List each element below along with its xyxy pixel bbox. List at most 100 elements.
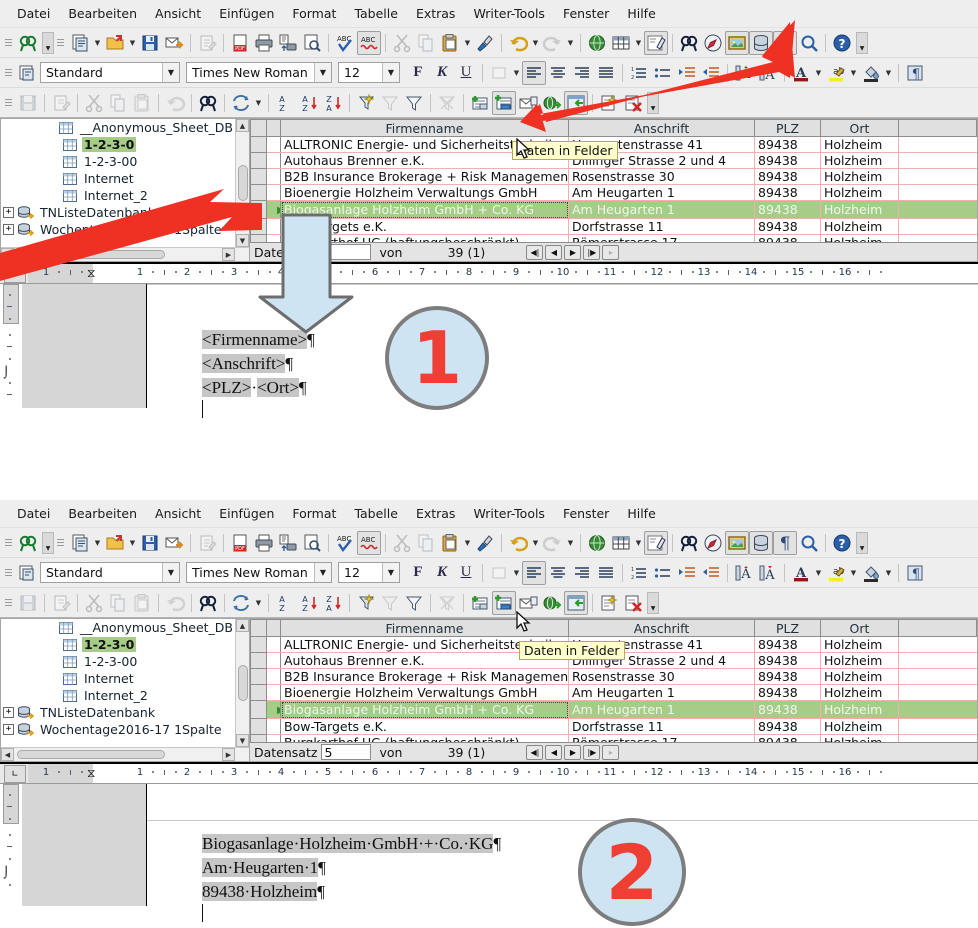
open-dropdown-icon[interactable]: [127, 531, 138, 555]
find-icon[interactable]: [16, 531, 40, 555]
menu-item-writer-tools[interactable]: Writer-Tools: [464, 504, 554, 523]
refresh-dropdown-icon[interactable]: [253, 591, 264, 615]
hyperlink-icon[interactable]: [585, 531, 609, 555]
navigator-icon[interactable]: [701, 31, 725, 55]
paragraph-style-combo[interactable]: Standard ▼: [40, 62, 180, 83]
save-icon[interactable]: [138, 31, 162, 55]
data-source-grid-2[interactable]: FirmennameAnschriftPLZOrtALLTRONIC Energ…: [250, 618, 978, 762]
align-center-icon[interactable]: [546, 561, 570, 585]
scroll-down-icon[interactable]: ▼: [236, 234, 249, 247]
cell-anschrift[interactable]: Am Heugarten 1: [569, 701, 755, 719]
autospellcheck-icon[interactable]: ABC: [357, 531, 381, 555]
font-size-combo[interactable]: 12 ▼: [338, 562, 400, 583]
data-source-grid[interactable]: FirmennameAnschriftPLZOrtALLTRONIC Energ…: [250, 118, 978, 262]
bold-button[interactable]: F: [406, 561, 430, 585]
table-data-toolbar-2[interactable]: AZ AZ ZA: [0, 588, 978, 618]
toolbar-grip-2[interactable]: [56, 32, 66, 54]
zoom-icon[interactable]: [797, 31, 821, 55]
scrollbar-thumb-h[interactable]: [17, 750, 165, 759]
autofilter-icon[interactable]: [354, 591, 378, 615]
character-style-dropdown-icon[interactable]: [511, 561, 522, 585]
row-selector-cell[interactable]: [251, 219, 267, 235]
table-row[interactable]: Bioenergie Holzheim Verwaltungs GmbHAm H…: [251, 185, 977, 201]
data-source-tree-2[interactable]: __Anonymous_Sheet_DB1-2-3-01-2-3-00Inter…: [0, 618, 250, 762]
formatting-toolbar-2[interactable]: Standard ▼ Times New Roman ▼ 12 ▼ F K U: [0, 558, 978, 588]
menu-item-writer-tools[interactable]: Writer-Tools: [464, 4, 554, 23]
menu-item-datei[interactable]: Datei: [8, 504, 59, 523]
unordered-list-icon[interactable]: [651, 61, 675, 85]
font-size-combo[interactable]: 12 ▼: [338, 62, 400, 83]
justified-icon[interactable]: [594, 561, 618, 585]
previous-record-icon[interactable]: ◀: [545, 745, 562, 760]
standard-toolbar-overflow-button[interactable]: [856, 532, 868, 554]
font-color-dropdown-icon[interactable]: [813, 61, 824, 85]
menu-item-extras[interactable]: Extras: [407, 4, 465, 23]
scroll-left-icon[interactable]: ◀: [1, 248, 14, 261]
delete-record-icon[interactable]: [621, 591, 645, 615]
underline-button[interactable]: U: [454, 61, 478, 85]
row-selector-cell[interactable]: [251, 169, 267, 185]
character-style-dropdown-icon[interactable]: [511, 61, 522, 85]
tree-item-1-2-3-0[interactable]: 1-2-3-0: [1, 136, 235, 153]
paragraph-style-combo[interactable]: Standard ▼: [40, 562, 180, 583]
menu-item-ansicht[interactable]: Ansicht: [146, 504, 210, 523]
open-dropdown-icon[interactable]: [127, 31, 138, 55]
send-email-icon[interactable]: [162, 531, 186, 555]
tree-item-internet-2[interactable]: Internet_2: [1, 687, 235, 704]
standard-toolbar[interactable]: PDF ABC ABC: [0, 28, 978, 58]
new-record-icon[interactable]: [597, 91, 621, 115]
table-row[interactable]: Bow-Targets e.K.Dorfstrasse 1189438Holzh…: [251, 219, 977, 235]
undo-icon[interactable]: [506, 531, 530, 555]
highlighting-color-icon[interactable]: ab: [824, 561, 848, 585]
grid-rowmarker-header[interactable]: [267, 120, 281, 137]
refresh-dropdown-icon[interactable]: [253, 91, 264, 115]
insert-table-icon[interactable]: [609, 31, 633, 55]
ordered-list-icon[interactable]: 12: [627, 61, 651, 85]
horizontal-ruler[interactable]: 112345678910111213141516⧖: [28, 264, 978, 283]
menu-item-tabelle[interactable]: Tabelle: [345, 504, 407, 523]
print-preview-icon[interactable]: [276, 531, 300, 555]
menu-item-tabelle[interactable]: Tabelle: [345, 4, 407, 23]
indent-marker-icon[interactable]: ⧖: [87, 266, 95, 281]
print-preview-icon[interactable]: [276, 31, 300, 55]
page-text-area-2[interactable]: Biogasanlage·Holzheim·GmbH·+·Co.·KG¶ Am·…: [147, 784, 978, 906]
insert-database-columns-icon[interactable]: [564, 91, 588, 115]
cell-anschrift[interactable]: Rosenstrasse 30: [569, 669, 755, 685]
clone-formatting-icon[interactable]: [473, 531, 497, 555]
next-record-icon[interactable]: ▶: [564, 245, 581, 260]
increase-indent-icon[interactable]: [699, 61, 723, 85]
find-replace-icon[interactable]: [677, 31, 701, 55]
indent-marker-icon[interactable]: ⧖: [87, 766, 95, 781]
formatting-toolbar-grip[interactable]: [4, 62, 14, 84]
align-right-icon[interactable]: [570, 61, 594, 85]
standard-filter-icon[interactable]: [402, 91, 426, 115]
merged-text-block[interactable]: Biogasanlage·Holzheim·GmbH·+·Co.·KG¶ Am·…: [202, 832, 501, 904]
formatting-toolbar-grip[interactable]: [4, 562, 14, 584]
tab-stop-selector[interactable]: ∟: [4, 765, 26, 783]
new-document-icon[interactable]: [68, 531, 92, 555]
toolbar-overflow-button[interactable]: [42, 32, 54, 54]
insert-database-columns-icon[interactable]: [564, 591, 588, 615]
zoom-icon[interactable]: [797, 531, 821, 555]
print-icon[interactable]: [252, 531, 276, 555]
gallery-icon[interactable]: [725, 531, 749, 555]
cell-firmenname[interactable]: Bioenergie Holzheim Verwaltungs GmbH: [281, 185, 569, 201]
column-header-ort[interactable]: Ort: [821, 620, 899, 637]
tree-item-1-2-3-00[interactable]: 1-2-3-00: [1, 653, 235, 670]
formatting-marks-icon[interactable]: ¶: [773, 531, 797, 555]
column-header-anschrift[interactable]: Anschrift: [569, 120, 755, 137]
cell-plz[interactable]: 89438: [755, 219, 821, 235]
cell-ort[interactable]: Holzheim: [821, 169, 899, 185]
formatting-toolbar[interactable]: Standard ▼ Times New Roman ▼ 12 ▼ F K U: [0, 58, 978, 88]
new-document-dropdown-icon[interactable]: [92, 31, 103, 55]
increase-indent-icon[interactable]: [699, 561, 723, 585]
cell-plz[interactable]: 89438: [755, 169, 821, 185]
background-color-dropdown-icon[interactable]: [883, 61, 894, 85]
cell-firmenname[interactable]: Biogasanlage Holzheim GmbH + Co. KG: [281, 701, 569, 719]
column-header-plz[interactable]: PLZ: [755, 620, 821, 637]
scroll-left-icon[interactable]: ◀: [1, 748, 14, 761]
delete-record-icon[interactable]: [621, 91, 645, 115]
scroll-right-icon[interactable]: ▶: [222, 248, 235, 261]
menu-item-bearbeiten[interactable]: Bearbeiten: [59, 504, 146, 523]
cell-firmenname[interactable]: Bow-Targets e.K.: [281, 719, 569, 735]
